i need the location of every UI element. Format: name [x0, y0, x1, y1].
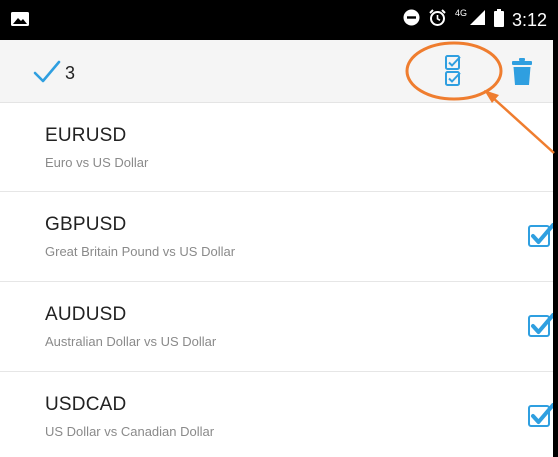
- signal-icon: [469, 9, 486, 31]
- checked-checkbox-icon[interactable]: [528, 313, 553, 339]
- status-bar: 4G 3:12: [0, 0, 553, 40]
- alarm-icon: [428, 8, 447, 32]
- battery-icon: [493, 8, 504, 32]
- checked-checkbox-icon[interactable]: [528, 403, 553, 429]
- list-item[interactable]: GBPUSD Great Britain Pound vs US Dollar: [0, 192, 553, 282]
- symbol-name: AUDUSD: [45, 304, 127, 325]
- app-screen: 4G 3:12 3 EURUSD Euro vs US Dollar GBPUS…: [0, 0, 553, 457]
- list-item[interactable]: AUDUSD Australian Dollar vs US Dollar: [0, 282, 553, 372]
- symbol-description: Australian Dollar vs US Dollar: [45, 334, 217, 349]
- list-item[interactable]: USDCAD US Dollar vs Canadian Dollar: [0, 372, 553, 457]
- symbol-name: USDCAD: [45, 394, 127, 415]
- symbol-description: Euro vs US Dollar: [45, 155, 149, 170]
- selected-count: 3: [65, 63, 76, 83]
- symbol-name: EURUSD: [45, 125, 127, 146]
- symbol-list: EURUSD Euro vs US Dollar GBPUSD Great Br…: [0, 103, 553, 457]
- symbol-description: US Dollar vs Canadian Dollar: [45, 424, 215, 439]
- network-type-label: 4G: [454, 8, 467, 18]
- symbol-description: Great Britain Pound vs US Dollar: [45, 244, 236, 259]
- image-icon: [11, 12, 29, 26]
- selection-toolbar: 3: [0, 40, 553, 103]
- checked-checkbox-icon[interactable]: [528, 223, 553, 249]
- select-all-icon[interactable]: [443, 54, 471, 88]
- status-time: 3:12: [511, 9, 547, 30]
- screen-edge: [553, 0, 558, 457]
- checkmark-icon[interactable]: [33, 60, 61, 84]
- symbol-name: GBPUSD: [45, 214, 127, 235]
- trash-icon[interactable]: [510, 58, 534, 86]
- do-not-disturb-icon: [403, 9, 420, 31]
- list-item[interactable]: EURUSD Euro vs US Dollar: [0, 103, 553, 192]
